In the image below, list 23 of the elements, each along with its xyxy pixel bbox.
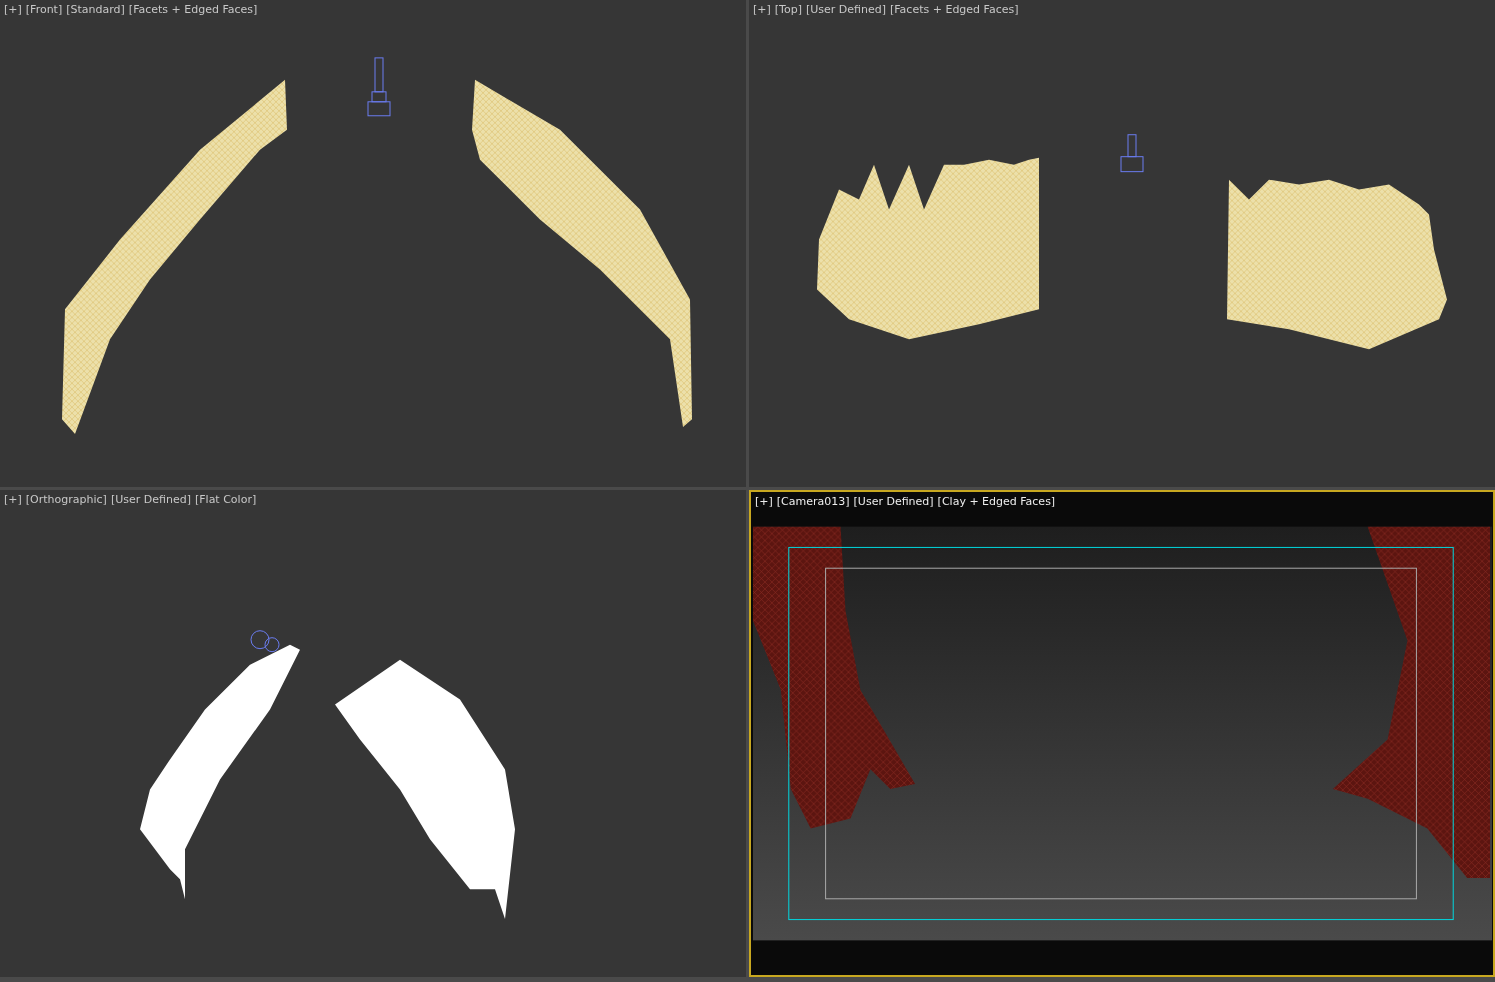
viewport-label-menu[interactable]: [+] bbox=[4, 493, 22, 506]
viewport-label-menu[interactable]: [User Defined] bbox=[805, 3, 886, 16]
helper-icon bbox=[367, 57, 391, 117]
viewport[interactable]: [+] [Camera013] [User Defined] [Clay + Edged Faces] bbox=[749, 490, 1495, 977]
viewport[interactable]: [+] [Top] [User Defined] [Facets + Edged Faces] bbox=[749, 0, 1495, 487]
viewport-label-menu[interactable]: [Facets + Edged Faces] bbox=[128, 3, 258, 16]
viewport-label-menu[interactable]: [Standard] bbox=[66, 3, 125, 16]
viewport-label-menu[interactable]: [Facets + Edged Faces] bbox=[890, 3, 1019, 16]
viewport-label-menu[interactable]: [User Defined] bbox=[853, 495, 934, 508]
viewport-label-menu[interactable]: [Top] bbox=[774, 3, 802, 16]
helper-icon bbox=[1120, 134, 1144, 173]
helper-icon bbox=[250, 630, 280, 653]
viewport-label-menu[interactable]: [User Defined] bbox=[110, 493, 191, 506]
viewport-label-menu[interactable]: [+] bbox=[755, 495, 773, 508]
viewport-label-menu[interactable]: [+] bbox=[4, 3, 22, 16]
viewport[interactable]: [+] [Orthographic] [User Defined] [Flat Color] bbox=[0, 490, 746, 977]
viewport-label-menu[interactable]: [Front] bbox=[25, 3, 63, 16]
viewport-label-menu[interactable]: [Camera013] bbox=[776, 495, 850, 508]
viewport-label-menu[interactable]: [Clay + Edged Faces] bbox=[937, 495, 1056, 508]
viewport-label-menu[interactable]: [Orthographic] bbox=[25, 493, 107, 506]
viewport-label-menu[interactable]: [Flat Color] bbox=[194, 493, 257, 506]
viewport-label-menu[interactable]: [+] bbox=[753, 3, 771, 16]
viewport[interactable]: [+] [Front] [Standard] [Facets + Edged Faces] bbox=[0, 0, 746, 487]
